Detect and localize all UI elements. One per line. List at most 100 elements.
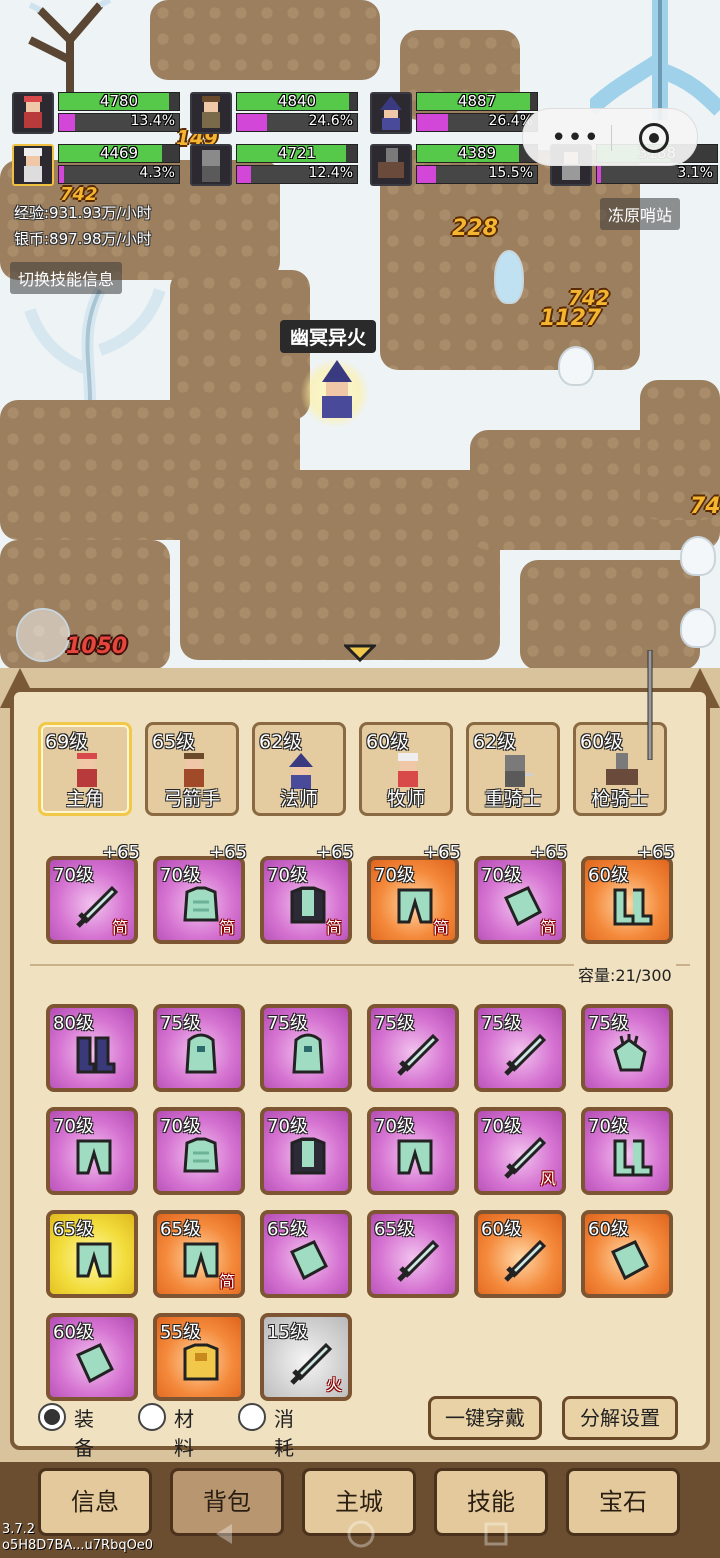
item-slot[interactable]: 70级 — [260, 1107, 352, 1195]
party-member-3[interactable]: 4887 26.4% — [370, 92, 544, 136]
mp-bar-fill — [59, 166, 64, 183]
dark-boots-icon — [76, 1036, 116, 1074]
filter-label: 消耗 — [274, 1407, 294, 1460]
character-tab-priest[interactable]: 60级 牧师 — [359, 722, 453, 816]
item-slot[interactable]: 60级 — [46, 1313, 138, 1401]
tab-gems[interactable]: 宝石 — [566, 1468, 680, 1536]
item-slot[interactable]: 70级简 — [153, 856, 245, 944]
item-slot[interactable]: 70级简 — [46, 856, 138, 944]
item-level: 75级 — [588, 1013, 629, 1034]
item-slot[interactable]: 55级 — [153, 1313, 245, 1401]
recent-nav-icon — [484, 1522, 508, 1546]
mp-bar: 15.5% — [416, 165, 538, 184]
character-tab-hero[interactable]: 69级 主角 — [38, 722, 132, 816]
item-slot[interactable]: 75级 — [474, 1004, 566, 1092]
decompose-settings-button[interactable]: 分解设置 — [562, 1396, 678, 1440]
item-level: 55级 — [160, 1322, 201, 1343]
frozen-tree-icon — [28, 0, 112, 100]
character-level: 60级 — [366, 731, 410, 753]
pants-icon — [183, 1242, 219, 1278]
party-member-2[interactable]: 4840 24.6% — [190, 92, 364, 136]
character-tab-mage[interactable]: 62级 法师 — [252, 722, 346, 816]
item-slot[interactable]: 70级 — [581, 1107, 673, 1195]
sword-icon — [504, 1239, 546, 1282]
item-slot[interactable]: 70级简 — [474, 856, 566, 944]
armor-icon — [183, 1137, 219, 1173]
item-slot[interactable]: 60级 — [581, 1210, 673, 1298]
item-tag: 火 — [325, 1375, 342, 1394]
hp-bar: 4780 — [58, 92, 180, 111]
switch-skill-info-button[interactable]: 切换技能信息 — [10, 262, 123, 294]
item-slot[interactable]: 75级 — [153, 1004, 245, 1092]
item-slot[interactable]: 80级 — [46, 1004, 138, 1092]
item-slot[interactable]: 65级 — [46, 1210, 138, 1298]
character-level: 65级 — [152, 731, 196, 753]
collapse-panel-icon[interactable] — [344, 644, 376, 664]
helmet-icon — [185, 1033, 217, 1074]
party-member-1[interactable]: 4780 13.4% — [12, 92, 186, 136]
character-tab-heavy-knight[interactable]: 62级 重骑士 — [466, 722, 560, 816]
gauntlet-icon — [613, 1034, 647, 1072]
item-level: 75级 — [481, 1013, 522, 1034]
hp-value: 4721 — [277, 144, 317, 162]
snow-ghost-enemy — [560, 348, 592, 384]
party-member-5[interactable]: 4721 12.4% — [190, 144, 364, 188]
pants-icon — [76, 1242, 112, 1278]
radio-on-icon — [38, 1403, 66, 1431]
item-level: 65级 — [160, 1219, 201, 1240]
character-tab-archer[interactable]: 65级 弓箭手 — [145, 722, 239, 816]
dirt-patch — [150, 0, 380, 80]
item-slot[interactable]: 15级火 — [260, 1313, 352, 1401]
hero-avatar — [370, 92, 412, 134]
mp-percent: 13.4% — [130, 113, 175, 129]
hp-value: 4840 — [277, 92, 317, 110]
more-menu-icon[interactable]: ••• — [551, 123, 600, 153]
mp-bar-fill — [417, 166, 437, 183]
armor-icon — [183, 886, 219, 922]
mp-bar: 3.1% — [596, 165, 718, 184]
radio-off-icon — [238, 1403, 266, 1431]
item-slot[interactable]: 70级 — [367, 1107, 459, 1195]
mp-bar-fill — [597, 166, 601, 183]
item-slot[interactable]: 60级 — [474, 1210, 566, 1298]
item-slot[interactable]: 65级简 — [153, 1210, 245, 1298]
hp-bar: 4721 — [236, 144, 358, 163]
item-slot[interactable]: 65级 — [260, 1210, 352, 1298]
mp-bar: 12.4% — [236, 165, 358, 184]
item-slot[interactable]: 70级 — [46, 1107, 138, 1195]
mp-percent: 12.4% — [308, 165, 353, 181]
capacity-label: 容量:21/300 — [574, 962, 676, 986]
pants-icon — [397, 1139, 433, 1175]
hero-avatar — [12, 144, 54, 186]
gold-armor-icon — [183, 1343, 219, 1381]
party-member-4[interactable]: 4469 4.3% — [12, 144, 186, 188]
enhance-level: +65 — [102, 842, 140, 863]
radio-off-icon — [138, 1403, 166, 1431]
item-slot[interactable]: 70级简 — [367, 856, 459, 944]
item-slot[interactable]: 70级 — [153, 1107, 245, 1195]
item-slot[interactable]: 75级 — [581, 1004, 673, 1092]
mp-percent: 3.1% — [677, 165, 713, 181]
item-level: 75级 — [267, 1013, 308, 1034]
snow-ghost-enemy — [682, 538, 714, 574]
item-tag: 简 — [432, 918, 449, 937]
item-slot[interactable]: 75级 — [367, 1004, 459, 1092]
item-level: 70级 — [160, 1116, 201, 1137]
hp-bar: 4887 — [416, 92, 538, 111]
equip-all-button[interactable]: 一键穿戴 — [428, 1396, 542, 1440]
item-level: 60级 — [481, 1219, 522, 1240]
item-slot[interactable]: 70级风 — [474, 1107, 566, 1195]
lance-icon — [647, 650, 653, 760]
mp-percent: 4.3% — [139, 165, 175, 181]
item-slot[interactable]: 70级简 — [260, 856, 352, 944]
tab-info[interactable]: 信息 — [38, 1468, 152, 1536]
item-slot[interactable]: 60级 — [581, 856, 673, 944]
item-slot[interactable]: 75级 — [260, 1004, 352, 1092]
party-member-6[interactable]: 4389 15.5% — [370, 144, 544, 188]
item-slot[interactable]: 65级 — [367, 1210, 459, 1298]
user-id-label: o5H8D7BA...u7RbqOe0 — [2, 1538, 154, 1553]
back-nav-icon — [216, 1524, 232, 1544]
close-target-icon[interactable] — [639, 123, 669, 153]
system-nav-overlay — [216, 1520, 508, 1548]
dirt-patch — [180, 470, 500, 660]
